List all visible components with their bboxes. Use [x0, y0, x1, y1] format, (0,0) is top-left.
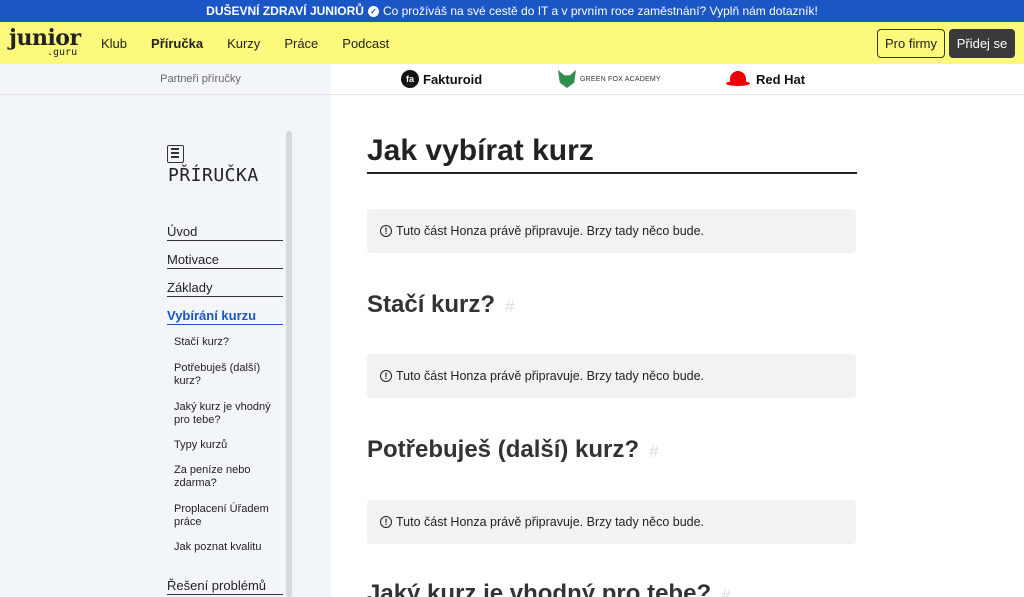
notice-box: ! Tuto část Honza právě připravuje. Brzy…: [367, 500, 856, 544]
anchor-link[interactable]: #: [721, 586, 730, 597]
book-icon: [167, 145, 184, 163]
anchor-link[interactable]: #: [505, 297, 514, 316]
sidebar-subitem[interactable]: Stačí kurz?: [174, 336, 284, 349]
page-title: Jak vybírat kurz: [367, 134, 857, 174]
nav-klub[interactable]: Klub: [101, 36, 127, 51]
anchor-link[interactable]: #: [649, 442, 658, 461]
sidebar-item-zaklady[interactable]: Základy: [167, 280, 283, 297]
sidebar-title: PŘÍRUČKA: [168, 165, 259, 186]
exclamation-icon: !: [380, 225, 392, 237]
top-navigation: junior .guru Klub Příručka Kurzy Práce P…: [0, 22, 1024, 64]
nav-prace[interactable]: Práce: [284, 36, 318, 51]
sidebar-subitem[interactable]: Potřebuješ (další) kurz?: [174, 362, 284, 388]
banner-text: Co prožíváš na své cestě do IT a v první…: [382, 4, 818, 18]
section-heading: Stačí kurz? #: [367, 291, 515, 318]
partner-redhat[interactable]: Red Hat: [726, 70, 805, 88]
redhat-logo-icon: [726, 70, 752, 88]
nav-prirucka[interactable]: Příručka: [151, 36, 203, 51]
sidebar-item-motivace[interactable]: Motivace: [167, 252, 283, 269]
sidebar-subitem[interactable]: Proplacení Úřadem práce: [174, 503, 284, 529]
sidebar-item-vybirani-kurzu[interactable]: Vybírání kurzu: [167, 308, 283, 325]
for-companies-button[interactable]: Pro firmy: [877, 29, 945, 58]
nav-podcast[interactable]: Podcast: [342, 36, 389, 51]
partner-fakturoid[interactable]: fa Fakturoid: [401, 70, 482, 88]
sidebar-subitem[interactable]: Za peníze nebo zdarma?: [174, 464, 284, 490]
sidebar-subitem[interactable]: Jaký kurz je vhodný pro tebe?: [174, 401, 284, 427]
partners-label: Partneři příručky: [0, 64, 331, 94]
partners-bar: Partneři příručky fa Fakturoid GREEN FOX…: [0, 64, 1024, 95]
notice-box: ! Tuto část Honza právě připravuje. Brzy…: [367, 209, 856, 253]
sidebar-item-uvod[interactable]: Úvod: [167, 224, 283, 241]
notice-box: ! Tuto část Honza právě připravuje. Brzy…: [367, 354, 856, 398]
section-heading: Potřebuješ (další) kurz? #: [367, 436, 659, 463]
section-heading: Jaký kurz je vhodný pro tebe? #: [367, 580, 731, 597]
check-icon: ✓: [367, 5, 379, 17]
announcement-banner[interactable]: DUŠEVNÍ ZDRAVÍ JUNIORŮ ✓ Co prožíváš na …: [0, 0, 1024, 22]
logo[interactable]: junior .guru: [9, 27, 81, 61]
sidebar-subitem[interactable]: Typy kurzů: [174, 439, 284, 452]
fakturoid-logo-icon: fa: [401, 70, 419, 88]
nav-links: Klub Příručka Kurzy Práce Podcast: [101, 22, 413, 64]
exclamation-icon: !: [380, 516, 392, 528]
fox-logo-icon: [558, 70, 576, 88]
banner-title: DUŠEVNÍ ZDRAVÍ JUNIORŮ: [206, 4, 364, 18]
sidebar-scrollbar[interactable]: [286, 131, 292, 597]
join-button[interactable]: Přidej se: [949, 29, 1015, 58]
partner-greenfox[interactable]: GREEN FOX ACADEMY: [558, 70, 661, 88]
sidebar-item-reseni-problemu[interactable]: Řešení problémů: [167, 578, 283, 595]
nav-kurzy[interactable]: Kurzy: [227, 36, 260, 51]
sidebar-subitem[interactable]: Jak poznat kvalitu: [174, 541, 284, 554]
exclamation-icon: !: [380, 370, 392, 382]
